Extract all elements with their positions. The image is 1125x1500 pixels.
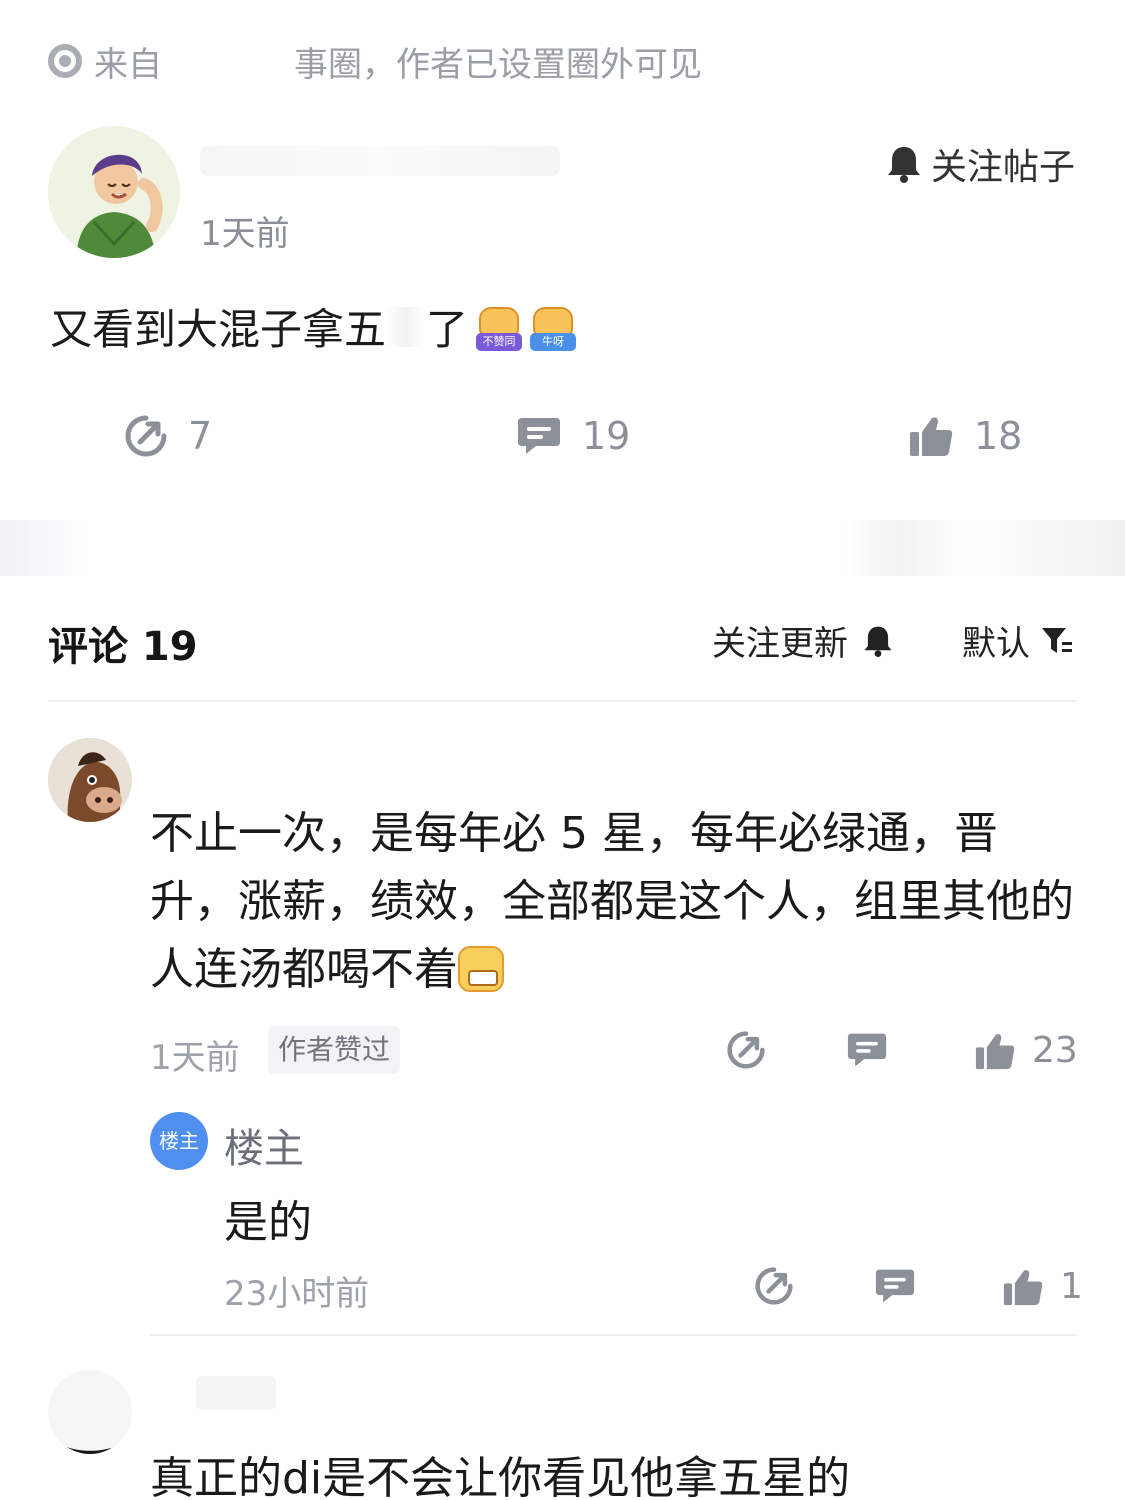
comment-like-button[interactable]: 23 bbox=[974, 1030, 1078, 1071]
comment-share-button[interactable] bbox=[726, 1030, 766, 1074]
bell-icon bbox=[864, 626, 892, 657]
post-text: 又看到大混子拿五 bbox=[50, 305, 387, 354]
share-count: 7 bbox=[188, 414, 213, 458]
follow-updates-label: 关注更新 bbox=[712, 624, 848, 664]
share-icon bbox=[755, 1267, 793, 1305]
like-count: 18 bbox=[974, 414, 1023, 458]
comment-text-body: 不止一次，是每年必 5 星，每年必绿通，晋升，涨薪，绩效，全部都是这个人，组里其… bbox=[150, 808, 1074, 995]
reply-reply-button[interactable] bbox=[874, 1266, 916, 1310]
commenter-avatar[interactable] bbox=[48, 1370, 132, 1454]
divider bbox=[48, 700, 1077, 702]
divider bbox=[150, 1334, 1077, 1336]
disagree-emoji: 不赞同 bbox=[476, 303, 523, 351]
follow-post-button[interactable]: 关注帖子 bbox=[885, 138, 1075, 190]
author-liked-badge: 作者赞过 bbox=[268, 1026, 401, 1074]
share-icon bbox=[727, 1031, 765, 1069]
comment-reply-button[interactable] bbox=[846, 1030, 888, 1074]
author-avatar[interactable] bbox=[48, 126, 180, 258]
sort-button[interactable]: 默认 bbox=[962, 616, 1074, 665]
grin-emoji bbox=[458, 946, 504, 992]
post-body: 又看到大混子拿五 了 不赞同 牛呀 bbox=[50, 296, 577, 357]
like-button[interactable]: 18 bbox=[908, 414, 1022, 458]
thumbs-up-icon bbox=[975, 1033, 1015, 1069]
filter-icon bbox=[1042, 627, 1072, 653]
reply-like-count: 1 bbox=[1060, 1266, 1083, 1307]
comment-like-count: 23 bbox=[1032, 1030, 1078, 1071]
post-text-redacted bbox=[386, 306, 427, 347]
reply-time: 23小时前 bbox=[224, 1274, 370, 1314]
comment-time: 1天前 bbox=[150, 1038, 240, 1078]
circle-source-icon bbox=[48, 44, 82, 78]
author-name-redacted[interactable] bbox=[200, 146, 560, 176]
follow-updates-button[interactable]: 关注更新 bbox=[712, 616, 894, 665]
post-time: 1天前 bbox=[200, 214, 290, 254]
section-divider bbox=[0, 520, 1125, 576]
thumbs-up-icon bbox=[1003, 1269, 1043, 1305]
source-line: 来自 事圈，作者已设置圈外可见 bbox=[48, 38, 702, 85]
commenter-name-redacted[interactable] bbox=[196, 1376, 276, 1410]
reply-like-button[interactable]: 1 bbox=[1002, 1266, 1083, 1307]
awesome-emoji: 牛呀 bbox=[530, 303, 577, 351]
comment-count: 19 bbox=[582, 414, 631, 458]
reply-share-button[interactable] bbox=[754, 1266, 794, 1310]
comment-text: 真正的di是不会让你看见他拿五星的 bbox=[150, 1453, 851, 1500]
source-suffix: 事圈，作者已设置圈外可见 bbox=[294, 44, 702, 85]
bell-icon bbox=[887, 147, 920, 183]
share-button[interactable]: 7 bbox=[124, 414, 212, 458]
comment-icon bbox=[847, 1033, 887, 1067]
follow-post-label: 关注帖子 bbox=[930, 147, 1075, 188]
comment-icon bbox=[875, 1269, 915, 1303]
post-text-tail: 了 bbox=[426, 305, 469, 354]
reply-author-name[interactable]: 楼主 bbox=[224, 1116, 304, 1174]
comment-button[interactable]: 19 bbox=[516, 414, 630, 458]
source-circle-name-redacted bbox=[168, 46, 288, 76]
sort-label: 默认 bbox=[962, 624, 1030, 664]
reply-text: 是的 bbox=[224, 1197, 312, 1248]
op-avatar[interactable]: 楼主 bbox=[150, 1112, 208, 1170]
comments-title: 评论 19 bbox=[48, 624, 198, 670]
commenter-avatar[interactable] bbox=[48, 738, 132, 822]
comment-icon bbox=[518, 418, 560, 454]
thumbs-up-icon bbox=[910, 417, 953, 456]
share-icon bbox=[125, 415, 167, 457]
comment-text: 不止一次，是每年必 5 星，每年必绿通，晋升，涨薪，绩效，全部都是这个人，组里其… bbox=[150, 800, 1080, 1004]
source-prefix: 来自 bbox=[94, 44, 162, 85]
